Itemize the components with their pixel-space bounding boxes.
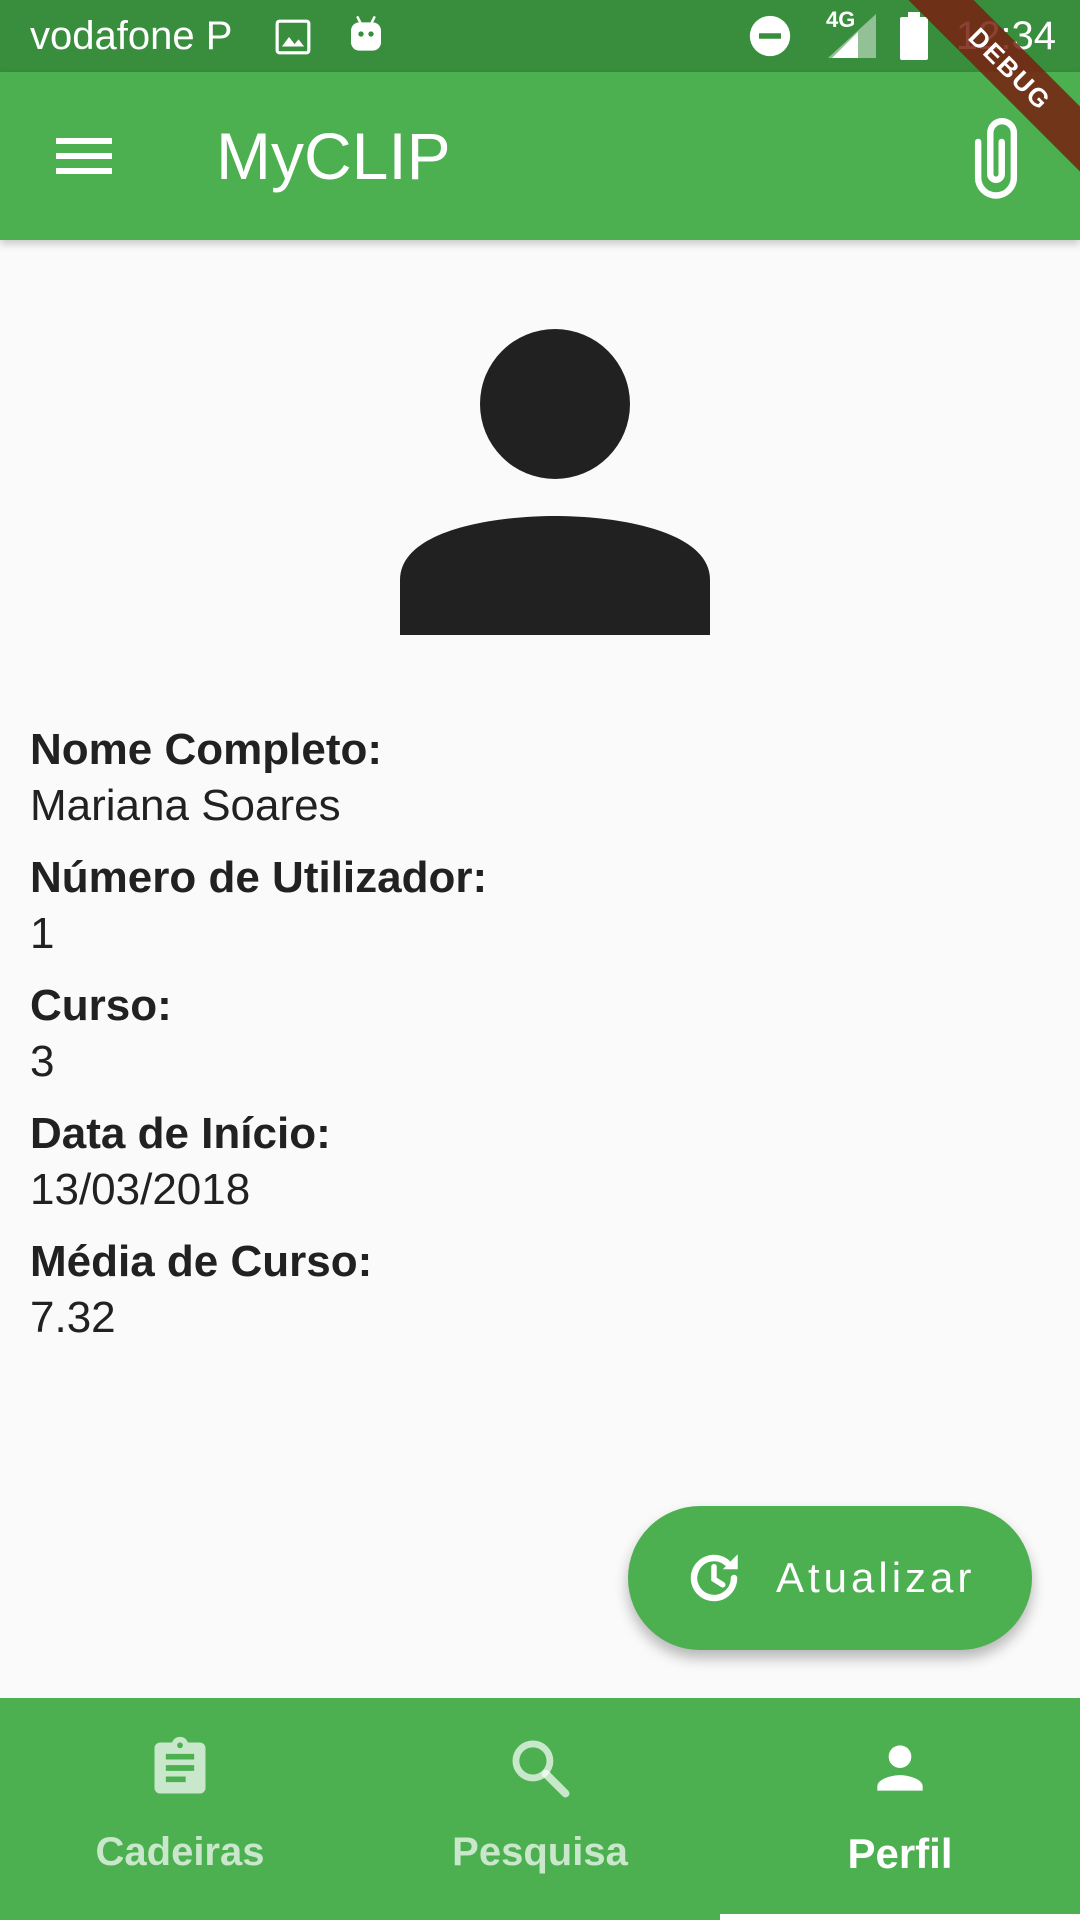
- field-value: 7.32: [30, 1293, 116, 1342]
- battery-icon: [900, 12, 928, 60]
- app-bar: MyCLIP: [0, 72, 1080, 240]
- menu-button[interactable]: [40, 116, 128, 196]
- nav-item-pesquisa[interactable]: Pesquisa: [360, 1698, 720, 1920]
- nav-label: Perfil: [847, 1830, 953, 1877]
- signal-icon: [828, 14, 876, 58]
- carrier-name: vodafone P: [30, 14, 233, 58]
- search-icon: [512, 1740, 570, 1798]
- nav-item-perfil[interactable]: Perfil: [720, 1698, 1080, 1920]
- field-label: Número de Utilizador:: [30, 853, 488, 902]
- android-notification-icon: [351, 16, 381, 51]
- clipboard-icon: [154, 1736, 206, 1794]
- field-label: Curso:: [30, 981, 172, 1030]
- refresh-button[interactable]: Atualizar: [628, 1506, 1032, 1650]
- field-user-number: Número de Utilizador: 1: [30, 850, 1030, 962]
- bottom-navigation: Cadeiras Pesquisa Perfil: [0, 1698, 1080, 1920]
- refresh-button-label: Atualizar: [776, 1554, 976, 1601]
- field-label: Média de Curso:: [30, 1237, 373, 1286]
- hamburger-menu-icon: [56, 138, 112, 174]
- person-icon: [877, 1745, 923, 1791]
- field-label: Nome Completo:: [30, 725, 382, 774]
- field-value: Mariana Soares: [30, 781, 341, 830]
- field-course: Curso: 3: [30, 978, 1030, 1090]
- avatar-person-icon: [400, 329, 710, 635]
- field-value: 3: [30, 1037, 55, 1086]
- nav-label: Cadeiras: [95, 1830, 265, 1874]
- nav-item-cadeiras[interactable]: Cadeiras: [0, 1698, 360, 1920]
- field-full-name: Nome Completo: Mariana Soares: [30, 722, 1030, 834]
- nav-label: Pesquisa: [452, 1830, 628, 1874]
- do-not-disturb-icon: [749, 15, 791, 57]
- profile-info: Nome Completo: Mariana Soares Número de …: [30, 722, 1030, 1362]
- status-bar: vodafone P 4G 12:34: [0, 0, 1080, 72]
- app-title: MyCLIP: [216, 119, 451, 193]
- field-course-average: Média de Curso: 7.32: [30, 1234, 1030, 1346]
- attachment-button[interactable]: [960, 108, 1032, 208]
- gallery-notification-icon: [275, 19, 311, 55]
- field-value: 1: [30, 909, 55, 958]
- paperclip-icon: [974, 118, 1018, 199]
- field-start-date: Data de Início: 13/03/2018: [30, 1106, 1030, 1218]
- field-value: 13/03/2018: [30, 1165, 251, 1214]
- field-label: Data de Início:: [30, 1109, 331, 1158]
- refresh-clock-icon: [690, 1554, 738, 1602]
